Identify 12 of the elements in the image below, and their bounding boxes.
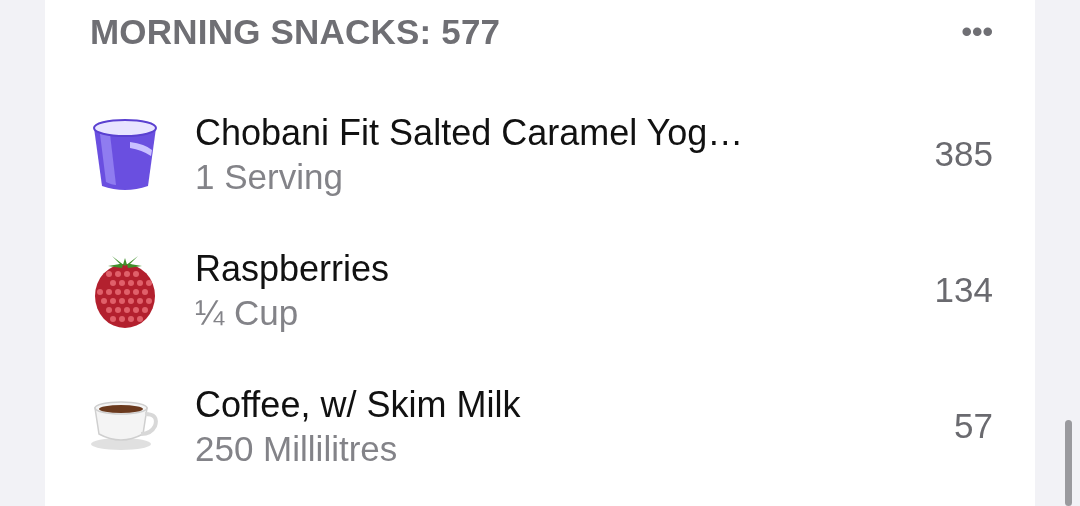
food-name: Raspberries: [195, 246, 391, 291]
section-title: MORNING SNACKS: 577: [90, 10, 501, 53]
food-name: Chobani Fit Salted Caramel Yog…: [195, 110, 745, 155]
serving-size: ¼ Cup: [195, 291, 300, 334]
calorie-count: 385: [934, 132, 993, 175]
more-button[interactable]: •••: [961, 17, 993, 47]
serving-size: 250 Millilitres: [195, 427, 399, 470]
coffee-cup-icon: [91, 400, 159, 452]
serving-size: 1 Serving: [195, 155, 344, 198]
food-name: Coffee, w/ Skim Milk: [195, 382, 522, 427]
calorie-count: 57: [954, 404, 993, 447]
calorie-count: 134: [934, 268, 993, 311]
